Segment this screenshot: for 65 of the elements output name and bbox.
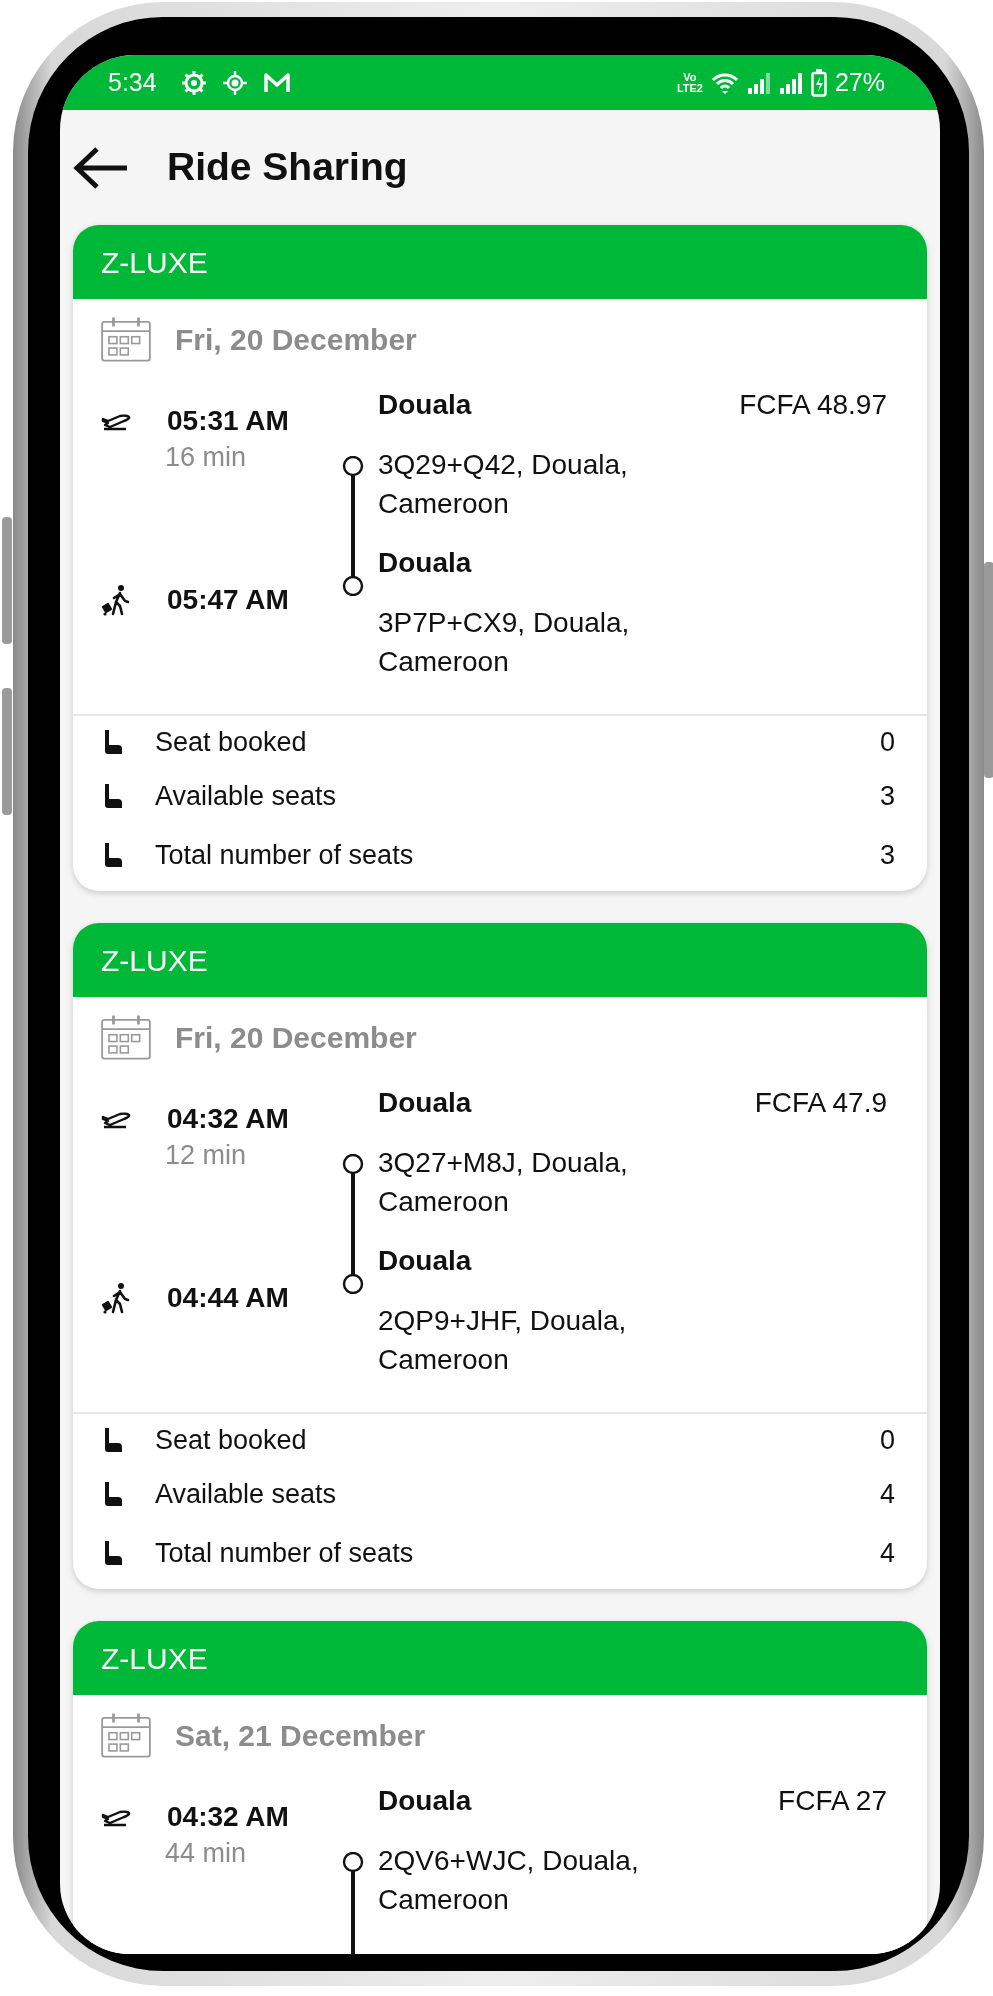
departure-time: 04:32 AM (167, 1800, 289, 1834)
ride-card[interactable]: Z-LUXE Fri, 20 December 04:32 AM 12 min 04:44 AM Douala 3Q27+M8J, Douala, Cameroon Douala 2QP9+JHF, Douala, Cameroon FCFA 47.9 Seat booked 0 Available seats 4 Total number of seats 4 (73, 923, 927, 1589)
seat-label: Total number of seats (155, 1536, 414, 1570)
ride-date: Fri, 20 December (175, 321, 417, 358)
departure-time: 04:32 AM (167, 1102, 289, 1136)
seat-label: Total number of seats (155, 838, 414, 872)
traveler-icon (101, 584, 131, 616)
seat-count: 4 (879, 1477, 895, 1511)
signal-icon (778, 71, 803, 94)
pickup-city: Douala (378, 388, 473, 422)
pickup-city: Douala (378, 1086, 473, 1120)
wifi-icon (710, 71, 739, 94)
dropoff-city: Douala (378, 546, 473, 580)
seat-icon (102, 842, 124, 868)
pickup-address: 3Q29+Q42, Douala, Cameroon (378, 448, 629, 521)
seat-count: 3 (879, 779, 895, 813)
seat-label: Available seats (155, 1477, 337, 1511)
arrival-time: 05:47 AM (167, 583, 289, 617)
plane-icon (101, 1109, 131, 1129)
dropoff-address: 2QP9+JHF, Douala, Cameroon (378, 1304, 628, 1377)
seat-icon (102, 783, 124, 809)
seat-icon (102, 729, 124, 755)
fare-price: FCFA 47.9 (754, 1086, 887, 1120)
battery-charging-icon (810, 68, 827, 97)
operator-header: Z-LUXE (73, 225, 927, 299)
pickup-address: 3Q27+M8J, Douala, Cameroon (378, 1146, 629, 1219)
dropoff-city: Douala (378, 1244, 473, 1278)
seat-icon (102, 1427, 124, 1453)
seat-label: Available seats (155, 779, 337, 813)
fare-price: FCFA 27 (778, 1784, 887, 1818)
traveler-icon (101, 1282, 131, 1314)
seat-label: Seat booked (155, 725, 307, 759)
signal-icon (746, 71, 771, 94)
network-label: Vo LTE2 (676, 71, 703, 94)
ride-card[interactable]: Z-LUXE Fri, 20 December 05:31 AM 16 min 05:47 AM Douala 3Q29+Q42, Douala, Cameroon Douala 3P7P+CX9, Douala, Cameroon FCFA 48.97 Seat booked 0 Available seats 3 Total number of seats 3 (73, 225, 927, 891)
plane-icon (101, 1807, 131, 1827)
pickup-city: Douala (378, 1784, 473, 1818)
location-icon (222, 70, 247, 95)
seat-icon (102, 1540, 124, 1566)
operator-header: Z-LUXE (73, 1621, 927, 1695)
dropoff-address: 3P7P+CX9, Douala, Cameroon (378, 606, 631, 679)
battery-level: 27% (834, 66, 885, 98)
back-button[interactable] (73, 145, 129, 190)
seat-count: 0 (879, 725, 895, 759)
seat-count: 3 (879, 838, 895, 872)
arrival-time: 04:44 AM (167, 1281, 289, 1315)
gear-icon (180, 69, 207, 96)
seat-label: Seat booked (155, 1423, 307, 1457)
seat-count: 4 (879, 1536, 895, 1570)
plane-icon (101, 411, 131, 431)
seat-icon (102, 1481, 124, 1507)
departure-time: 05:31 AM (167, 404, 289, 438)
trip-duration: 44 min (164, 1837, 248, 1870)
seat-count: 0 (879, 1423, 895, 1457)
ride-date: Fri, 20 December (175, 1019, 417, 1056)
pickup-address: 2QV6+WJC, Douala, Cameroon (378, 1844, 640, 1917)
trip-duration: 16 min (164, 441, 248, 474)
trip-duration: 12 min (164, 1139, 248, 1172)
fare-price: FCFA 48.97 (739, 388, 887, 422)
clock: 5:34 (108, 66, 157, 98)
mail-icon (262, 71, 291, 94)
screen-title: Ride Sharing (167, 144, 408, 191)
ride-date: Sat, 21 December (175, 1717, 426, 1754)
ride-card[interactable]: Z-LUXE Sat, 21 December 04:32 AM 44 min Douala 2QV6+WJC, Douala, Cameroon FCFA 27 (73, 1621, 927, 1954)
operator-header: Z-LUXE (73, 923, 927, 997)
